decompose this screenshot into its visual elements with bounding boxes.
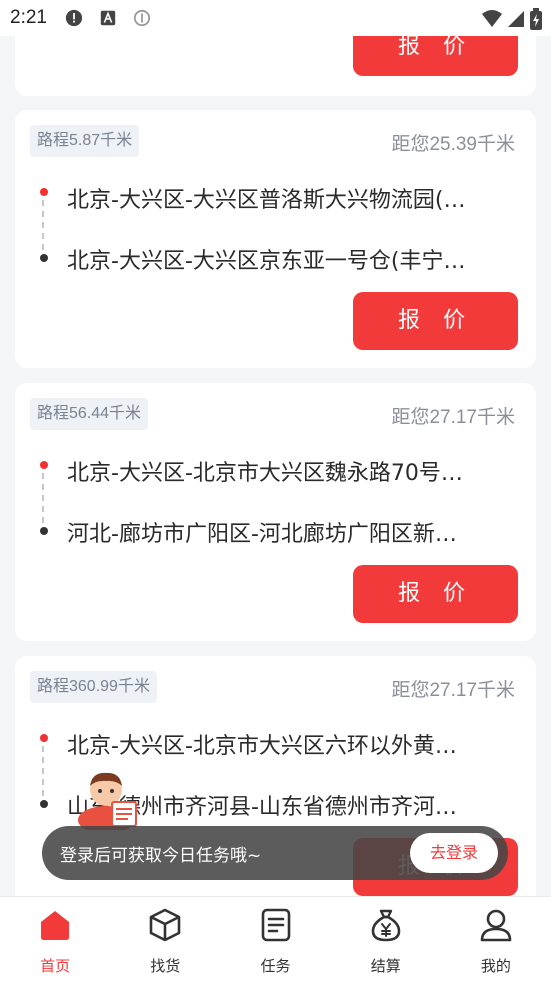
- dropoff-dot: [40, 800, 48, 808]
- tab-label: 首页: [40, 957, 71, 975]
- order-card: 报 价: [15, 36, 536, 96]
- route-dashed-line: [42, 200, 46, 250]
- dropoff-dot: [40, 254, 48, 262]
- quote-button[interactable]: 报 价: [353, 292, 518, 350]
- toast-message: 登录后可获取今日任务哦~: [60, 846, 262, 866]
- route-dashed-line: [42, 473, 46, 523]
- tab-label: 我的: [480, 957, 511, 975]
- money-bag-icon: [371, 909, 401, 942]
- tab-label: 结算: [370, 957, 401, 975]
- keyboard-a-icon: [100, 10, 116, 26]
- tab-find-cargo[interactable]: 找货: [110, 897, 220, 981]
- home-icon: [41, 911, 70, 940]
- go-login-button[interactable]: 去登录: [410, 833, 498, 873]
- pickup-dot: [40, 461, 48, 469]
- quote-button[interactable]: 报 价: [353, 36, 518, 76]
- status-bar: 2:21: [0, 0, 551, 36]
- route-distance-tag: 路程5.87千米: [30, 125, 140, 157]
- status-time: 2:21: [10, 7, 47, 28]
- info-circle-icon: [133, 9, 151, 27]
- distance-from-you: 距您25.39千米: [391, 134, 515, 155]
- battery-icon: [530, 8, 542, 30]
- order-list[interactable]: 报 价 路程5.87千米 距您25.39千米 北京-大兴区-大兴区普洛斯大兴物流…: [0, 36, 551, 896]
- quote-button[interactable]: 报 价: [353, 565, 518, 623]
- order-card: 路程5.87千米 距您25.39千米 北京-大兴区-大兴区普洛斯大兴物流园(… …: [15, 110, 536, 368]
- dropoff-address: 北京-大兴区-大兴区京东亚一号仓(丰宁…: [67, 249, 466, 274]
- dropoff-dot: [40, 527, 48, 535]
- wifi-icon: [482, 10, 502, 27]
- box-icon: [149, 908, 181, 942]
- tab-label: 找货: [150, 957, 181, 975]
- pickup-address: 北京-大兴区-北京市大兴区魏永路70号…: [67, 461, 463, 486]
- user-icon: [480, 909, 512, 942]
- route-dashed-line: [42, 746, 46, 796]
- distance-from-you: 距您27.17千米: [391, 680, 515, 701]
- dropoff-address: 河北-廊坊市广阳区-河北廊坊广阳区新…: [67, 522, 457, 547]
- distance-from-you: 距您27.17千米: [391, 407, 515, 428]
- route-distance-tag: 路程56.44千米: [30, 398, 149, 430]
- signal-icon: [508, 11, 524, 27]
- tab-label: 任务: [260, 957, 291, 975]
- tab-home[interactable]: 首页: [0, 897, 110, 981]
- tab-tasks[interactable]: 任务: [220, 897, 330, 981]
- tab-settlement[interactable]: 结算: [331, 897, 441, 981]
- bottom-tab-bar: 首页 找货 任务 结算 我的: [0, 896, 551, 981]
- tab-mine[interactable]: 我的: [441, 897, 551, 981]
- alert-icon: [65, 9, 83, 27]
- pickup-dot: [40, 734, 48, 742]
- pickup-address: 北京-大兴区-大兴区普洛斯大兴物流园(…: [67, 188, 466, 213]
- login-prompt-toast: 登录后可获取今日任务哦~ 去登录: [42, 826, 508, 880]
- route-distance-tag: 路程360.99千米: [30, 671, 157, 703]
- mascot-illustration: [78, 772, 137, 830]
- pickup-dot: [40, 188, 48, 196]
- task-document-icon: [261, 908, 290, 942]
- order-card: 路程56.44千米 距您27.17千米 北京-大兴区-北京市大兴区魏永路70号……: [15, 383, 536, 641]
- pickup-address: 北京-大兴区-北京市大兴区六环以外黄…: [67, 734, 457, 759]
